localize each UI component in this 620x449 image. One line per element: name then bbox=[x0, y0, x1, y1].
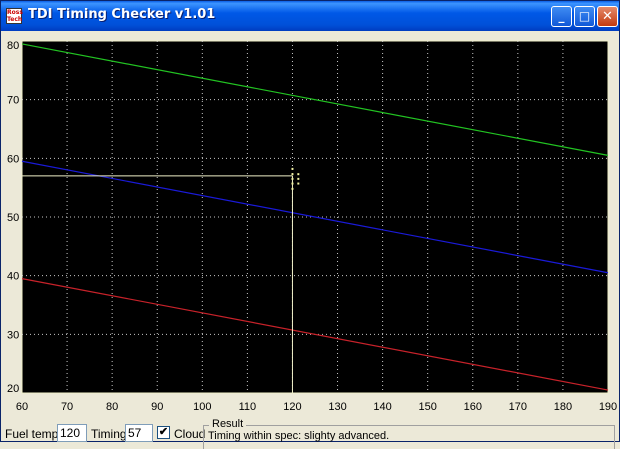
x-tick-label: 90 bbox=[151, 401, 163, 413]
cloud-point bbox=[297, 173, 300, 176]
y-tick-label: 40 bbox=[7, 271, 19, 283]
check-icon: ✔ bbox=[158, 426, 169, 438]
x-tick-label: 120 bbox=[283, 401, 301, 413]
x-tick-label: 60 bbox=[16, 401, 28, 413]
y-tick-label: 80 bbox=[7, 40, 19, 52]
title-bar[interactable]: Ross Tech TDI Timing Checker v1.01 _ □ ✕ bbox=[1, 1, 619, 31]
timing-label: Timing bbox=[91, 427, 127, 441]
x-tick-label: 100 bbox=[193, 401, 211, 413]
x-tick-label: 180 bbox=[554, 401, 572, 413]
app-icon-label: Ross Tech bbox=[7, 9, 23, 23]
fuel-temp-label: Fuel temp bbox=[5, 427, 59, 441]
close-button[interactable]: ✕ bbox=[597, 6, 618, 27]
cloud-point bbox=[291, 182, 294, 185]
y-tick-label: 60 bbox=[7, 153, 19, 165]
timing-chart: 20 30 40 50 60 70 80 60 70 80 90 100 110 120 130 140 15… bbox=[7, 40, 617, 413]
x-tick-label: 130 bbox=[328, 401, 346, 413]
y-axis-ticks: 20 30 40 50 60 70 80 bbox=[7, 40, 19, 395]
x-tick-label: 110 bbox=[239, 401, 257, 413]
controls-bar: Fuel temp Timing ✔ Cloud Result Timing w… bbox=[1, 418, 619, 449]
timing-input[interactable] bbox=[125, 424, 153, 442]
minimize-button[interactable]: _ bbox=[551, 6, 572, 27]
app-icon[interactable]: Ross Tech bbox=[6, 8, 23, 24]
cloud-checkbox[interactable]: ✔ bbox=[157, 426, 170, 439]
cloud-point bbox=[291, 187, 294, 190]
y-tick-label: 20 bbox=[7, 383, 19, 395]
y-tick-label: 50 bbox=[7, 212, 19, 224]
result-text: Timing within spec: slighty advanced. bbox=[208, 430, 390, 442]
x-tick-label: 140 bbox=[373, 401, 391, 413]
x-tick-label: 80 bbox=[106, 401, 118, 413]
x-axis-ticks: 60 70 80 90 100 110 120 130 140 150 160 170 180 190 bbox=[16, 401, 617, 413]
cloud-point bbox=[291, 173, 294, 176]
y-tick-label: 70 bbox=[7, 95, 19, 107]
x-tick-label: 190 bbox=[599, 401, 617, 413]
x-tick-label: 150 bbox=[419, 401, 437, 413]
y-tick-label: 30 bbox=[7, 329, 19, 341]
cloud-point bbox=[297, 177, 300, 180]
cloud-point bbox=[291, 167, 294, 170]
window-title: TDI Timing Checker v1.01 bbox=[28, 7, 216, 22]
cloud-point bbox=[291, 177, 294, 180]
x-tick-label: 160 bbox=[464, 401, 482, 413]
cloud-point bbox=[297, 182, 300, 185]
maximize-button[interactable]: □ bbox=[574, 6, 595, 27]
fuel-temp-input[interactable] bbox=[57, 424, 87, 442]
timing-chart-panel: 20 30 40 50 60 70 80 60 70 80 90 100 110 120 130 140 15… bbox=[4, 32, 617, 417]
cloud-label[interactable]: Cloud bbox=[174, 427, 205, 441]
app-window: Ross Tech TDI Timing Checker v1.01 _ □ ✕… bbox=[0, 0, 620, 449]
x-tick-label: 170 bbox=[509, 401, 527, 413]
result-legend: Result bbox=[209, 418, 247, 430]
x-tick-label: 70 bbox=[61, 401, 73, 413]
